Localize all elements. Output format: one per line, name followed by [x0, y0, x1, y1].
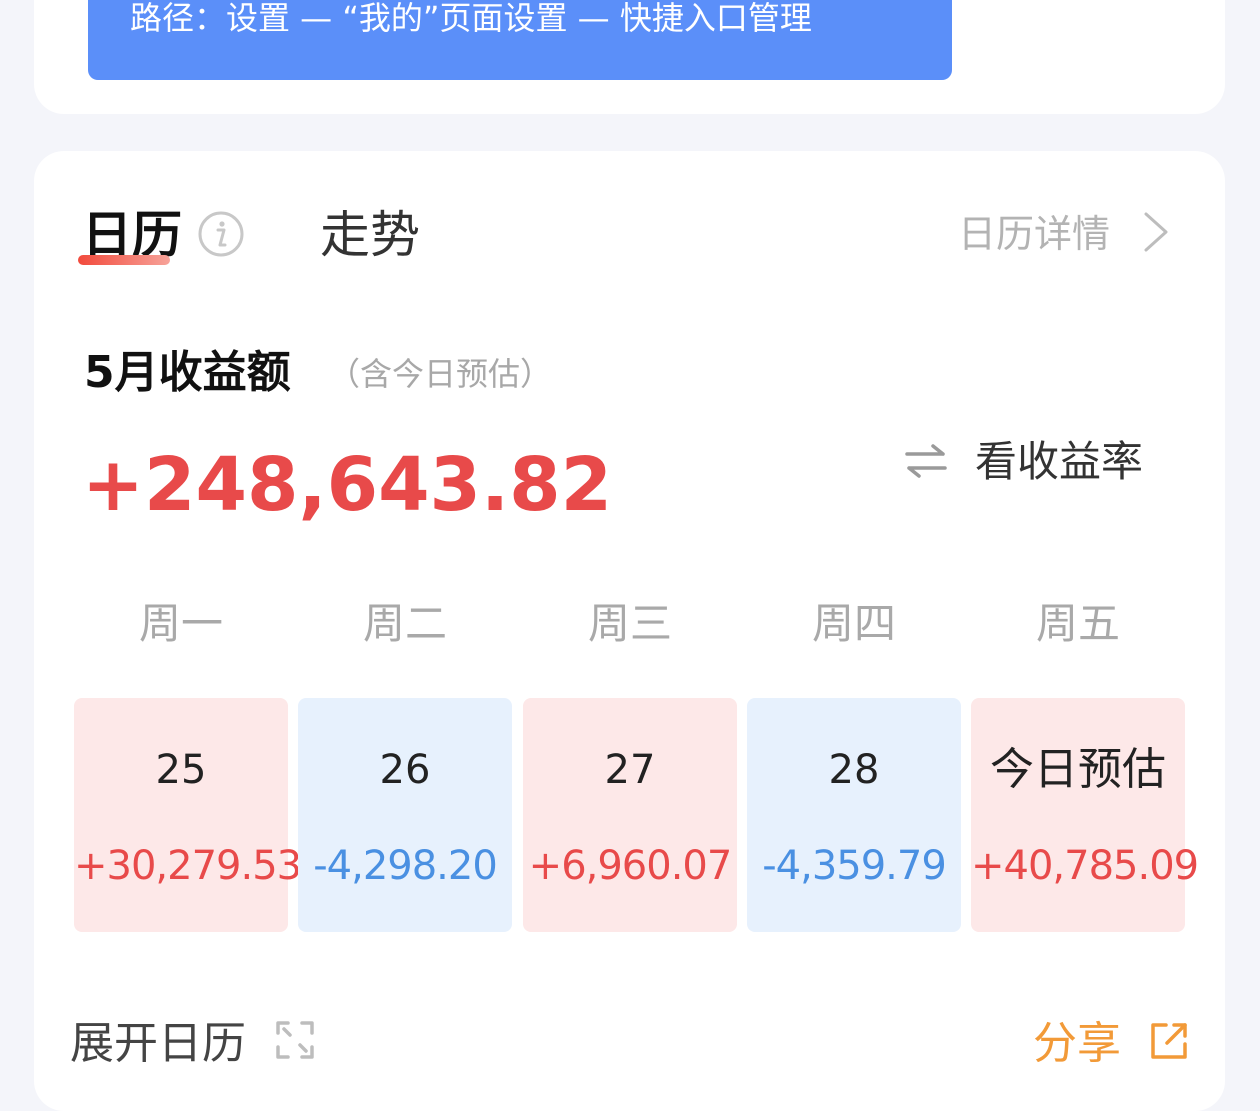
weekday-wed: 周三 — [587, 599, 672, 648]
day-cell-28[interactable]: 28 -4,359.79 — [747, 698, 961, 932]
day-value: +40,785.09 — [971, 843, 1199, 889]
swap-icon[interactable] — [903, 443, 949, 479]
chevron-right-icon[interactable] — [1140, 210, 1172, 254]
info-icon[interactable] — [197, 210, 245, 258]
share-button[interactable]: 分享 — [1033, 1014, 1121, 1074]
weekday-fri: 周五 — [1035, 599, 1120, 648]
day-label: 27 — [604, 747, 656, 793]
weekday-mon: 周一 — [138, 599, 223, 648]
view-rate-toggle[interactable]: 看收益率 — [975, 434, 1143, 490]
day-cell-27[interactable]: 27 +6,960.07 — [523, 698, 737, 932]
tab-trend[interactable]: 走势 — [320, 200, 420, 270]
day-label: 26 — [379, 747, 431, 793]
day-value: -4,359.79 — [762, 843, 947, 889]
day-label: 25 — [155, 747, 207, 793]
month-title: 5月收益额 — [84, 347, 291, 398]
day-label: 今日预估 — [990, 744, 1166, 795]
day-value: +6,960.07 — [528, 843, 733, 889]
path-text: 路径：设置 — “我的”页面设置 — 快捷入口管理 — [130, 0, 812, 37]
day-label: 28 — [828, 747, 880, 793]
share-icon[interactable] — [1148, 1020, 1190, 1062]
day-cell-25[interactable]: 25 +30,279.53 — [74, 698, 302, 932]
day-cell-26[interactable]: 26 -4,298.20 — [298, 698, 512, 932]
weekday-tue: 周二 — [362, 599, 447, 648]
calendar-detail-link[interactable]: 日历详情 — [958, 208, 1110, 260]
day-cell-today-estimate[interactable]: 今日预估 +40,785.09 — [971, 698, 1199, 932]
path-banner: 路径：设置 — “我的”页面设置 — 快捷入口管理 — [88, 0, 952, 80]
tab-active-underline — [78, 255, 170, 265]
month-subtitle: （含今日预估） — [328, 355, 553, 393]
expand-calendar-button[interactable]: 展开日历 — [70, 1014, 246, 1074]
expand-icon[interactable] — [274, 1019, 316, 1061]
day-value: -4,298.20 — [313, 843, 498, 889]
month-total: +248,643.82 — [82, 442, 613, 528]
day-value: +30,279.53 — [74, 843, 302, 889]
weekday-thu: 周四 — [811, 599, 896, 648]
